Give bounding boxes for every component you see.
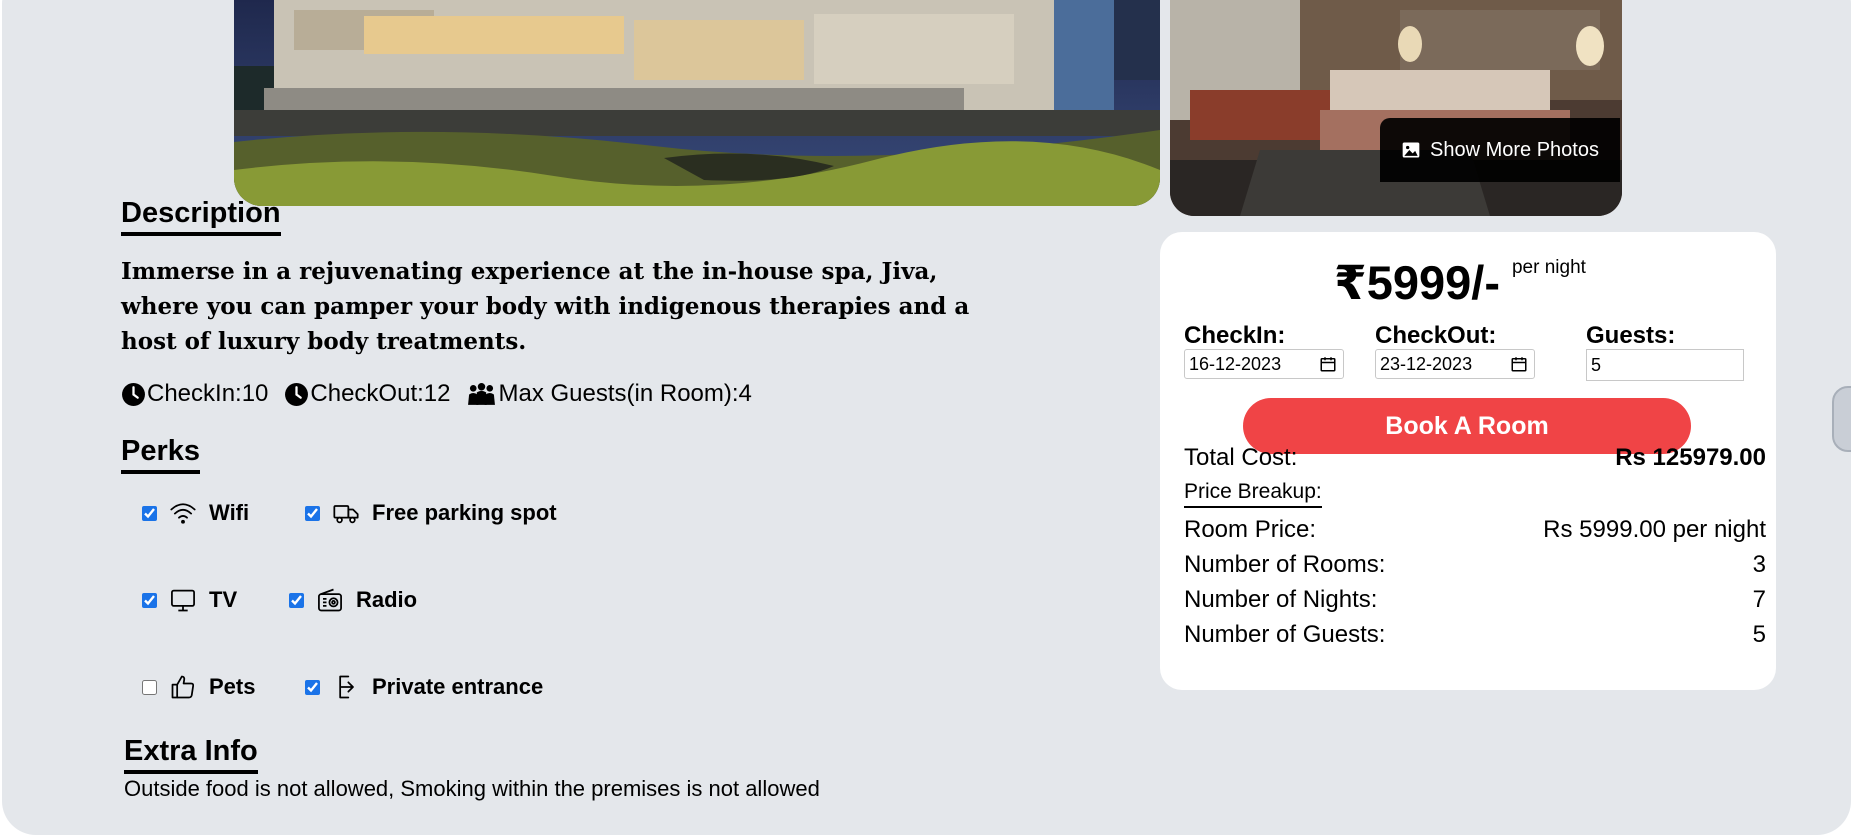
breakup-row-label: Room Price: [1184, 516, 1317, 543]
perk-free-parking[interactable]: Free parking spot [305, 499, 557, 527]
monitor-icon [171, 589, 195, 612]
extra-info-text: Outside food is not allowed, Smoking wit… [124, 776, 820, 801]
total-cost-row: Total Cost: Rs 125979.00 [1184, 444, 1766, 472]
clock-icon [285, 382, 309, 406]
breakup-row-label: Number of Nights: [1184, 586, 1378, 613]
perk-label: Private entrance [372, 674, 544, 699]
people-icon [468, 382, 496, 405]
perk-label: Wifi [209, 500, 250, 525]
stay-times: CheckIn:10 CheckOut:12 Max Guests(in Roo… [121, 380, 768, 408]
booking-widget: ₹5999/- per night CheckIn: 16-12-2023 Ch… [1160, 232, 1776, 690]
extra-info-heading: Extra Info [124, 734, 258, 774]
perk-label: Pets [209, 674, 256, 699]
max-guests-label: Max Guests(in Room):4 [498, 380, 752, 407]
breakup-row-value: 3 [1752, 551, 1766, 578]
breakup-row-value: Rs 5999.00 per night [1543, 516, 1766, 543]
perk-private-entrance[interactable]: Private entrance [305, 673, 543, 701]
hotel-room-photo[interactable] [1170, 0, 1622, 216]
checkin-label: CheckIn: [1184, 322, 1286, 349]
price-unit: per night [1511, 257, 1586, 278]
breakup-row: Number of Guests: 5 [1184, 621, 1766, 649]
checkin-date-value: 16-12-2023 [1189, 353, 1282, 374]
breakup-row-value: 5 [1752, 621, 1766, 648]
breakup-row-value: 7 [1752, 586, 1766, 613]
checkout-date-input[interactable]: 23-12-2023 [1375, 349, 1535, 379]
perk-radio-checkbox[interactable] [289, 592, 304, 608]
perks-heading: Perks [121, 434, 201, 474]
total-cost-label: Total Cost: [1184, 444, 1298, 471]
thumbs-up-icon [171, 675, 195, 699]
checkout-time-label: CheckOut:12 [310, 380, 451, 407]
perk-tv[interactable]: TV [142, 586, 237, 614]
price-amount: ₹5999/- [1334, 256, 1500, 309]
show-more-photos-button[interactable]: Show More Photos [1380, 118, 1620, 182]
checkout-time: CheckOut:12 [284, 380, 450, 408]
breakup-row: Number of Rooms: 3 [1184, 551, 1766, 579]
entrance-icon [339, 675, 354, 699]
calendar-icon[interactable] [1510, 355, 1528, 373]
image-icon [1402, 142, 1420, 158]
perk-entrance-checkbox[interactable] [305, 679, 320, 695]
breakup-row-label: Number of Rooms: [1184, 551, 1386, 578]
perk-pets-checkbox[interactable] [142, 679, 157, 695]
breakup-row-label: Number of Guests: [1184, 621, 1386, 648]
side-tab-handle[interactable] [1832, 386, 1851, 452]
wifi-icon [170, 503, 196, 524]
max-guests: Max Guests(in Room):4 [466, 380, 752, 408]
checkout-label: CheckOut: [1375, 322, 1497, 349]
perk-radio[interactable]: Radio [289, 586, 417, 614]
clock-icon [122, 382, 145, 406]
hotel-exterior-photo[interactable] [234, 0, 1160, 206]
price-breakup-label: Price Breakup: [1184, 480, 1322, 508]
checkin-time-label: CheckIn:10 [147, 380, 269, 407]
perk-wifi-checkbox[interactable] [142, 505, 157, 521]
perk-pets[interactable]: Pets [142, 673, 255, 701]
radio-icon [318, 588, 342, 612]
breakup-row: Room Price: Rs 5999.00 per night [1184, 516, 1766, 544]
total-cost-value: Rs 125979.00 [1615, 444, 1766, 471]
perk-parking-checkbox[interactable] [305, 505, 320, 521]
perk-label: Radio [356, 587, 418, 612]
place-page: Show More Photos Description Immerse in … [2, 0, 1851, 835]
price-display: ₹5999/- per night [1334, 255, 1586, 311]
guests-label: Guests: [1586, 322, 1676, 349]
perk-label: Free parking spot [372, 500, 557, 525]
checkin-time: CheckIn:10 [121, 380, 268, 408]
show-more-label: Show More Photos [1430, 138, 1599, 161]
description-text: Immerse in a rejuvenating experience at … [121, 258, 970, 355]
description-heading: Description [121, 196, 281, 236]
perk-wifi[interactable]: Wifi [142, 499, 249, 527]
perk-label: TV [209, 587, 238, 612]
checkin-date-input[interactable]: 16-12-2023 [1184, 349, 1344, 379]
breakup-row: Number of Nights: 7 [1184, 586, 1766, 614]
checkout-date-value: 23-12-2023 [1380, 353, 1473, 374]
calendar-icon[interactable] [1319, 355, 1337, 373]
truck-icon [333, 505, 359, 524]
perk-tv-checkbox[interactable] [142, 592, 157, 608]
guests-input[interactable] [1586, 349, 1744, 381]
